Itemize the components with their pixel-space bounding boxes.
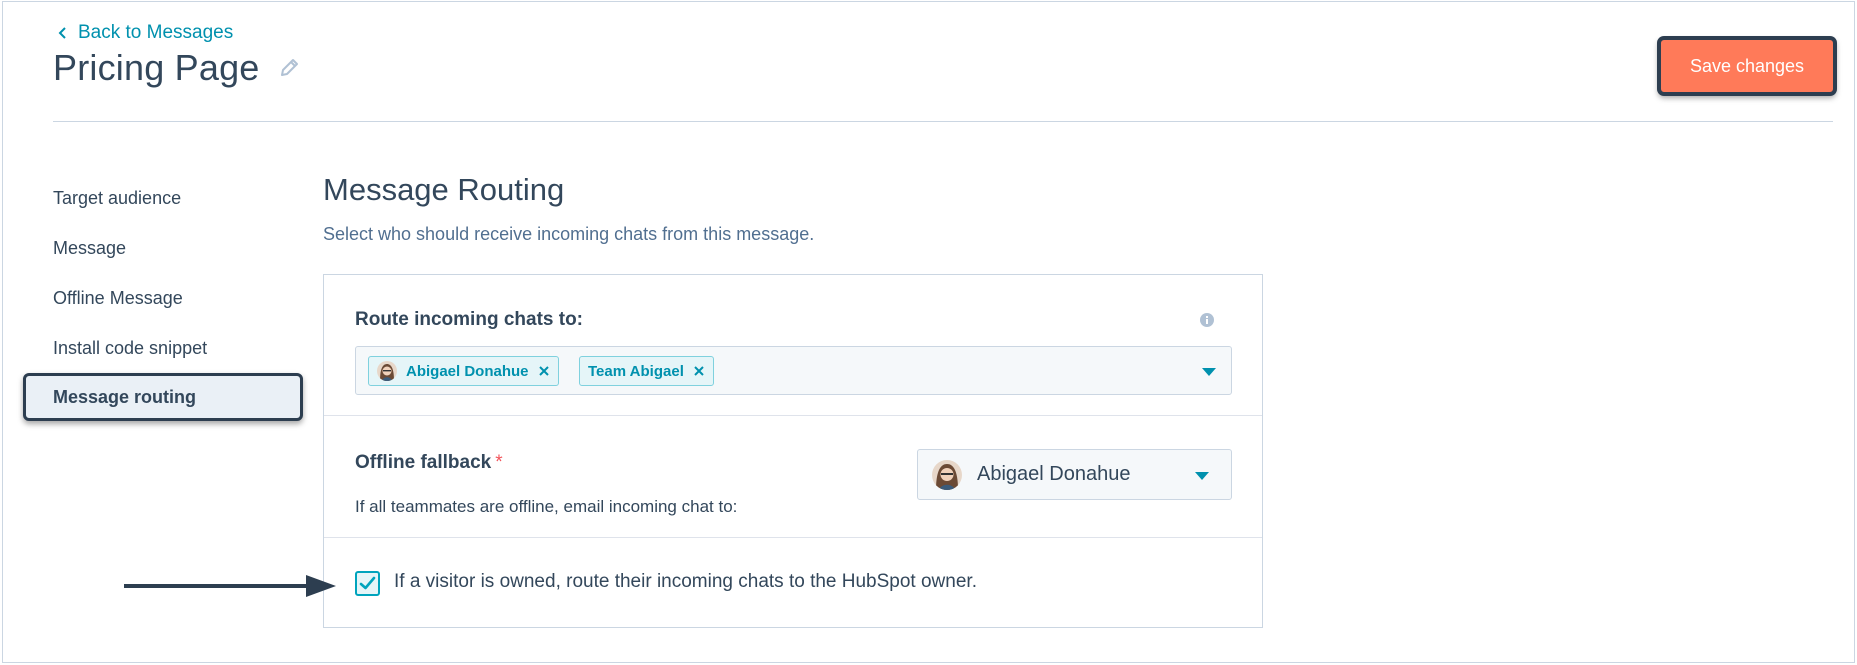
pencil-icon[interactable] bbox=[278, 57, 300, 79]
page-title: Pricing Page bbox=[53, 47, 260, 88]
back-link-label: Back to Messages bbox=[78, 22, 234, 43]
fallback-owner-select[interactable]: Abigael Donahue bbox=[917, 449, 1232, 500]
header-divider bbox=[53, 121, 1833, 122]
recipient-tag: Team Abigael bbox=[579, 356, 714, 386]
owner-routing-checkbox[interactable] bbox=[355, 571, 380, 596]
sidebar-item-install-code-snippet[interactable]: Install code snippet bbox=[53, 338, 207, 359]
close-icon[interactable] bbox=[693, 365, 705, 377]
chevron-left-icon bbox=[58, 27, 66, 39]
checkmark-icon bbox=[359, 576, 376, 590]
info-icon[interactable] bbox=[1199, 312, 1215, 328]
recipient-tag-label: Team Abigael bbox=[588, 362, 684, 380]
routing-card: Route incoming chats to: Abigael Donahue bbox=[323, 274, 1263, 628]
caret-down-icon[interactable] bbox=[1201, 367, 1217, 377]
caret-down-icon bbox=[1195, 472, 1209, 480]
sidebar-item-message-routing[interactable]: Message routing bbox=[23, 373, 303, 421]
annotation-arrow-icon bbox=[124, 575, 336, 597]
recipient-tag: Abigael Donahue bbox=[368, 356, 559, 386]
fallback-label: Offline fallback * bbox=[355, 452, 503, 474]
route-recipients-input[interactable]: Abigael Donahue Team Abigael bbox=[355, 346, 1232, 395]
back-to-messages-link[interactable]: Back to Messages bbox=[56, 22, 233, 44]
route-label: Route incoming chats to: bbox=[355, 309, 583, 330]
fallback-label-text: Offline fallback bbox=[355, 452, 492, 473]
save-changes-button[interactable]: Save changes bbox=[1658, 37, 1836, 95]
fallback-section: Offline fallback * If all teammates are o… bbox=[324, 416, 1262, 538]
required-marker: * bbox=[495, 452, 503, 473]
sidebar-item-target-audience[interactable]: Target audience bbox=[53, 188, 181, 209]
avatar bbox=[932, 460, 962, 490]
close-icon[interactable] bbox=[538, 365, 550, 377]
owner-routing-section: If a visitor is owned, route their incom… bbox=[324, 538, 1262, 628]
section-description: Select who should receive incoming chats… bbox=[323, 224, 815, 244]
sidebar-item-message[interactable]: Message bbox=[53, 238, 126, 259]
sidebar-item-offline-message[interactable]: Offline Message bbox=[53, 288, 183, 309]
fallback-owner-value: Abigael Donahue bbox=[977, 463, 1131, 485]
avatar bbox=[377, 361, 397, 381]
route-section: Route incoming chats to: Abigael Donahue bbox=[324, 275, 1262, 416]
owner-routing-label[interactable]: If a visitor is owned, route their incom… bbox=[394, 571, 977, 593]
section-title: Message Routing bbox=[323, 172, 565, 207]
page-title-row: Pricing Page bbox=[53, 47, 300, 89]
recipient-tag-label: Abigael Donahue bbox=[406, 362, 529, 380]
fallback-help-text: If all teammates are offline, email inco… bbox=[355, 497, 738, 516]
